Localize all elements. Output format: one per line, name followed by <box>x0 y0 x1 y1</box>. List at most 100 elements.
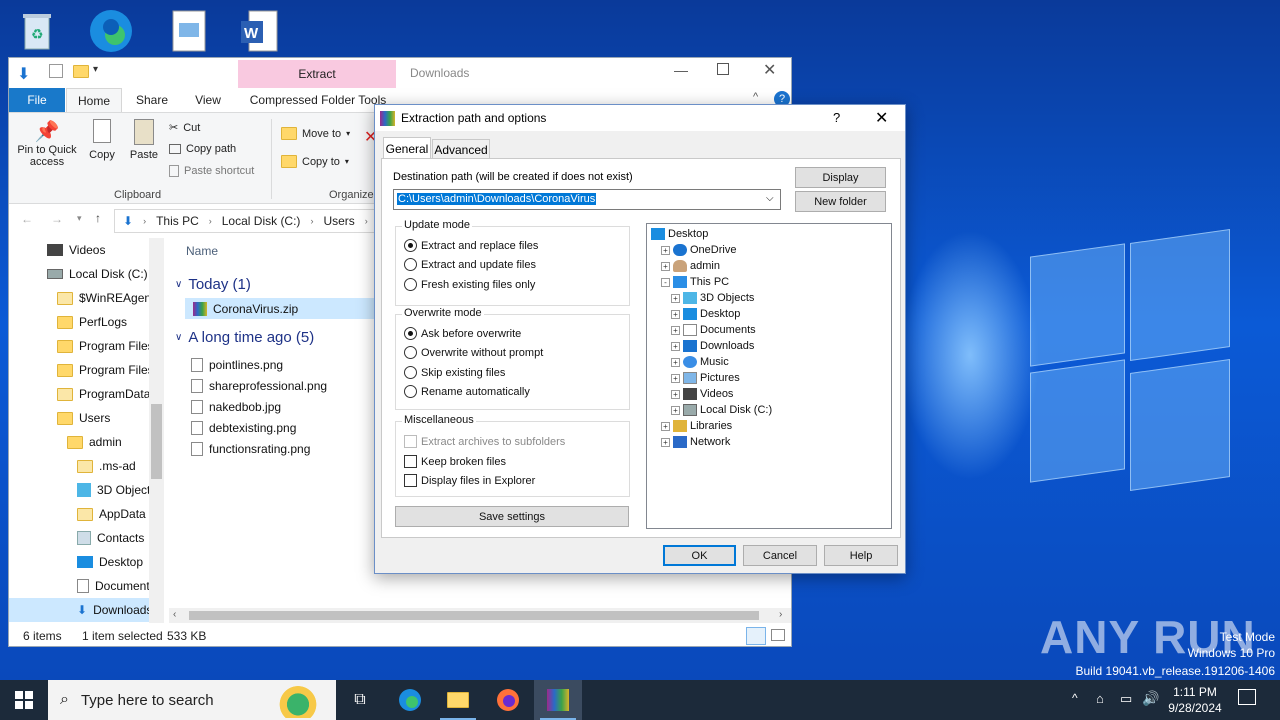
tree-item-downloads[interactable]: + Downloads <box>671 338 754 354</box>
radio-button[interactable] <box>404 366 417 379</box>
update-option-update[interactable]: Extract and update files <box>404 258 536 271</box>
file-row[interactable]: debtexisting.png <box>191 417 296 438</box>
copy-button[interactable]: Copy <box>83 119 121 161</box>
tree-item-admin[interactable]: + admin <box>661 258 720 274</box>
radio-button[interactable] <box>404 278 417 291</box>
expand-icon[interactable]: + <box>671 341 680 351</box>
collapse-ribbon-icon[interactable]: ^ <box>753 91 758 103</box>
edge-desktop-icon[interactable] <box>86 6 136 56</box>
tree-item-desktop[interactable]: Desktop <box>651 226 708 242</box>
taskbar-winrar-button[interactable] <box>534 680 582 720</box>
file-row[interactable]: shareprofessional.png <box>191 375 327 396</box>
nav-item-admin[interactable]: admin <box>67 430 122 454</box>
tree-item-onedrive[interactable]: + OneDrive <box>661 242 736 258</box>
paste-shortcut-button[interactable]: Paste shortcut <box>169 165 254 177</box>
nav-item-users[interactable]: Users <box>57 406 110 430</box>
folder-tree[interactable]: Desktop + OneDrive + admin - This PC +3D Object… <box>646 223 892 529</box>
misc-option-display-explorer[interactable]: Display files in Explorer <box>404 474 535 487</box>
group-header-long-ago[interactable]: ∨ A long time ago (5) <box>175 329 314 346</box>
copy-to-button[interactable]: Copy to ▾ <box>281 155 349 168</box>
destination-path-value[interactable]: C:\Users\admin\Downloads\CoronaVirus <box>397 193 597 205</box>
radio-button[interactable] <box>404 239 417 252</box>
column-header-name[interactable]: Name <box>186 244 218 258</box>
forward-icon[interactable]: → <box>51 212 63 226</box>
radio-button[interactable] <box>404 346 417 359</box>
checkbox[interactable] <box>404 455 417 468</box>
radio-button[interactable] <box>404 327 417 340</box>
nav-item-desktop[interactable]: Desktop <box>77 550 143 574</box>
tree-item-libraries[interactable]: + Libraries <box>661 418 732 434</box>
nav-item-contacts[interactable]: Contacts <box>77 526 144 550</box>
extract-context-tab[interactable]: Extract <box>238 60 396 88</box>
address-bar[interactable]: ⬇ › This PC › Local Disk (C:) › Users › … <box>114 209 414 233</box>
overwrite-option-skip[interactable]: Skip existing files <box>404 366 505 379</box>
tree-item-network[interactable]: + Network <box>661 434 730 450</box>
large-icons-view-icon[interactable] <box>771 629 785 641</box>
group-header-today[interactable]: ∨ Today (1) <box>175 276 251 293</box>
expand-icon[interactable]: + <box>671 293 680 303</box>
expand-icon[interactable]: + <box>661 421 670 431</box>
display-button[interactable]: Display <box>795 167 886 188</box>
nav-item-appdata[interactable]: AppData <box>77 502 146 526</box>
nav-item-perflogs[interactable]: PerfLogs <box>57 310 127 334</box>
overwrite-option-ask[interactable]: Ask before overwrite <box>404 327 521 340</box>
tree-item-pictures[interactable]: + Pictures <box>671 370 740 386</box>
nav-item-ms-ad[interactable]: .ms-ad <box>77 454 136 478</box>
properties-icon[interactable] <box>49 64 63 78</box>
nav-item-programdata[interactable]: ProgramData <box>57 382 150 406</box>
destination-path-combobox[interactable]: C:\Users\admin\Downloads\CoronaVirus ⌵ <box>393 189 781 210</box>
clock[interactable]: 1:11 PM 9/28/2024 <box>1160 684 1230 716</box>
ethernet-icon[interactable]: ▭ <box>1120 691 1132 707</box>
expand-icon[interactable]: + <box>671 373 680 383</box>
tab-share[interactable]: Share <box>127 88 177 112</box>
recycle-bin-icon[interactable]: ♻ <box>12 6 62 56</box>
radio-button[interactable] <box>404 258 417 271</box>
tab-view[interactable]: View <box>183 88 233 112</box>
copy-path-button[interactable]: Copy path <box>169 143 236 155</box>
expand-icon[interactable]: + <box>671 389 680 399</box>
chevron-down-icon[interactable]: ⌵ <box>766 193 774 204</box>
show-hidden-icons[interactable]: ^ <box>1072 691 1078 705</box>
taskbar-firefox-button[interactable] <box>484 680 532 720</box>
tree-item-documents[interactable]: + Documents <box>671 322 756 338</box>
nav-scrollbar[interactable] <box>149 238 164 623</box>
file-row[interactable]: pointlines.png <box>191 354 283 375</box>
hscroll-thumb[interactable] <box>189 611 759 620</box>
file-row[interactable]: nakedbob.jpg <box>191 396 281 417</box>
taskbar-explorer-button[interactable] <box>434 680 482 720</box>
context-help-button[interactable]: ? <box>833 110 840 125</box>
breadcrumb-users[interactable]: Users <box>323 214 354 228</box>
checkbox[interactable] <box>404 474 417 487</box>
collapse-icon[interactable]: - <box>661 277 670 287</box>
tab-compressed-folder-tools[interactable]: Compressed Folder Tools <box>245 88 391 112</box>
update-option-replace[interactable]: Extract and replace files <box>404 239 538 252</box>
cut-button[interactable]: ✂ Cut <box>169 121 200 135</box>
cancel-button[interactable]: Cancel <box>743 545 817 566</box>
nav-item-local-disk[interactable]: Local Disk (C:) <box>47 262 148 286</box>
dialog-close-button[interactable]: ✕ <box>875 108 888 128</box>
move-to-button[interactable]: Move to ▾ <box>281 127 350 140</box>
expand-icon[interactable]: + <box>671 309 680 319</box>
expand-icon[interactable]: + <box>671 325 680 335</box>
back-icon[interactable]: ← <box>21 212 33 226</box>
word-document-desktop-icon[interactable]: W <box>234 6 284 56</box>
expand-icon[interactable]: + <box>661 437 670 447</box>
details-view-icon[interactable] <box>746 627 766 645</box>
scroll-right-icon[interactable]: › <box>779 609 782 620</box>
tree-item-desktop[interactable]: + Desktop <box>671 306 740 322</box>
minimize-button[interactable]: — <box>674 62 688 78</box>
paste-button[interactable]: Paste <box>125 119 163 161</box>
tab-file[interactable]: File <box>9 88 65 112</box>
radio-button[interactable] <box>404 385 417 398</box>
update-option-fresh[interactable]: Fresh existing files only <box>404 278 535 291</box>
nav-item-videos[interactable]: Videos <box>47 238 105 262</box>
expand-icon[interactable]: + <box>671 357 680 367</box>
expand-icon[interactable]: + <box>671 405 680 415</box>
misc-option-keep-broken[interactable]: Keep broken files <box>404 455 506 468</box>
file-row[interactable]: functionsrating.png <box>191 438 310 459</box>
breadcrumb-this-pc[interactable]: This PC <box>156 214 199 228</box>
qat-dropdown-icon[interactable]: ▾ <box>93 64 98 75</box>
nav-item-documents[interactable]: Documents <box>77 574 156 598</box>
tree-item-local-disk-c[interactable]: + Local Disk (C:) <box>671 402 772 418</box>
start-button[interactable] <box>0 680 48 720</box>
